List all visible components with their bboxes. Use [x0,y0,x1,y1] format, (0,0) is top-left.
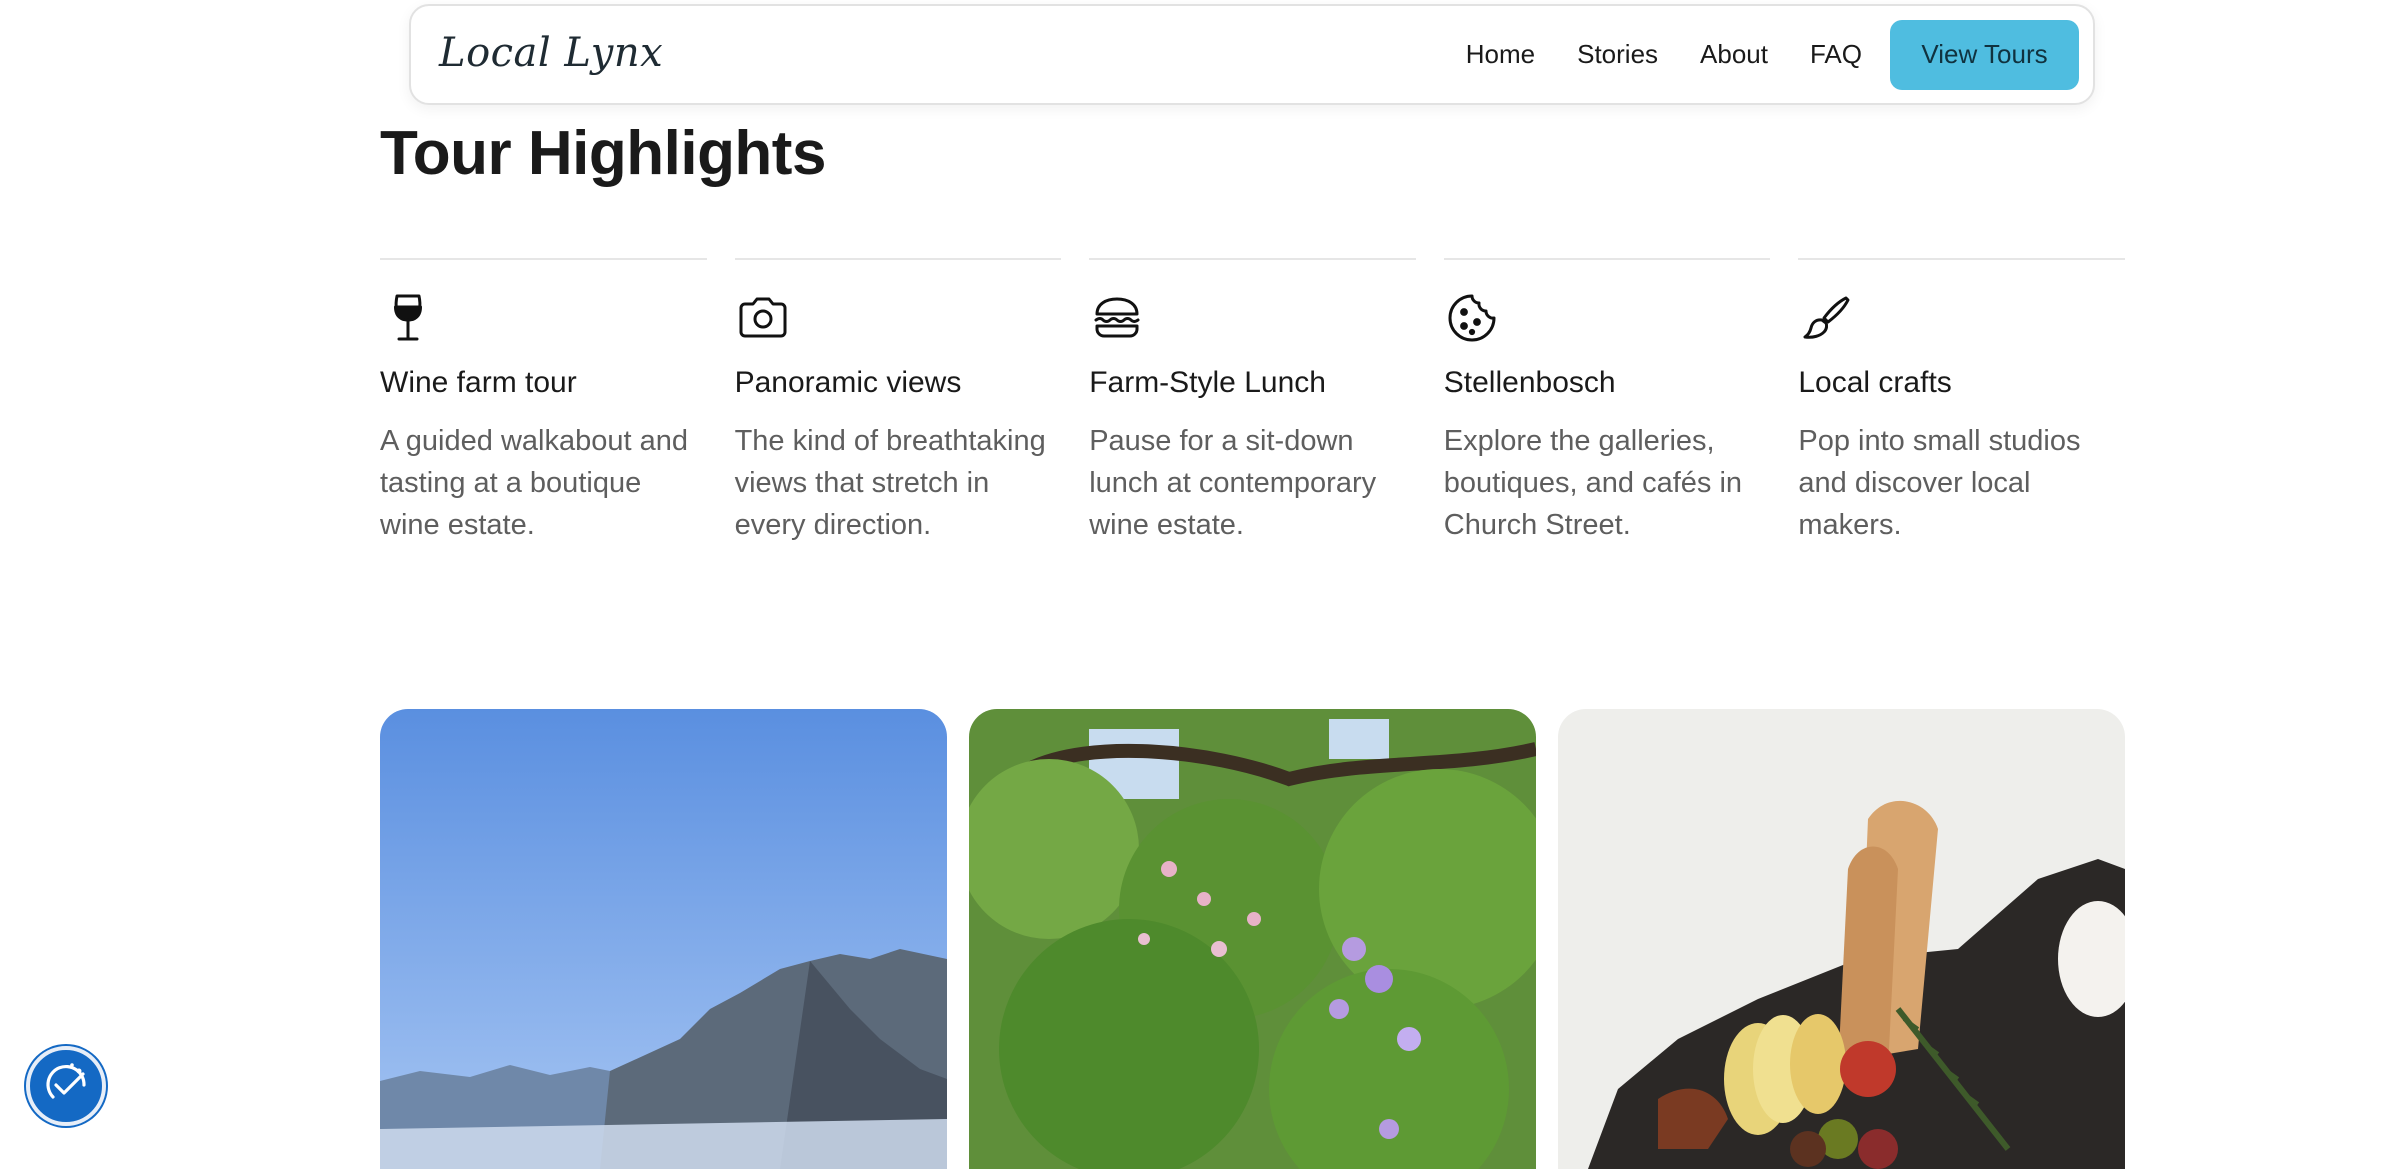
highlight-description: Pop into small studios and discover loca… [1798,425,2081,541]
accessibility-icon [39,1057,93,1116]
nav-link-home[interactable]: Home [1466,39,1535,70]
highlight-description: Explore the galleries, boutiques, and ca… [1443,425,1743,541]
highlight-title: Local crafts [1798,366,1952,399]
highlight-title: Wine farm tour [380,366,577,399]
site-header: Local Lynx Home Stories About FAQ View T… [409,4,2095,105]
highlight-item: Wine farm tour A guided walkabout and ta… [380,258,707,546]
brand-logo[interactable]: Local Lynx [439,30,663,76]
nav-links: Home Stories About FAQ View Tours [1466,6,2093,103]
nav-link-faq[interactable]: FAQ [1810,39,1862,70]
highlight-item: Stellenbosch Explore the galleries, bout… [1443,258,1771,546]
highlight-title: Stellenbosch [1443,366,1616,399]
burger-icon [1089,290,1145,346]
highlight-title: Panoramic views [734,366,962,399]
highlight-item: Local crafts Pop into small studios and … [1798,258,2125,546]
photo-gallery [380,709,2125,1169]
highlight-title: Farm-Style Lunch [1089,366,1326,399]
highlight-description: A guided walkabout and tasting at a bout… [380,425,688,541]
highlight-description: Pause for a sit-down lunch at contempora… [1089,425,1377,541]
highlight-item: Panoramic views The kind of breathtaking… [734,258,1062,546]
wine-glass-icon [380,290,436,346]
camera-icon [735,290,791,346]
section-title: Tour Highlights [380,119,826,188]
nav-link-stories[interactable]: Stories [1577,39,1658,70]
highlight-item: Farm-Style Lunch Pause for a sit-down lu… [1089,258,1416,546]
cookie-icon [1444,290,1500,346]
highlights-list: Wine farm tour A guided walkabout and ta… [380,258,2125,546]
garden-flowers-photo [969,709,1536,1169]
food-platter-photo [1558,709,2125,1169]
view-tours-button[interactable]: View Tours [1890,19,2079,90]
mountain-landscape-photo [380,709,947,1169]
highlight-description: The kind of breathtaking views that stre… [734,425,1046,541]
paintbrush-icon [1798,290,1854,346]
nav-link-about[interactable]: About [1700,39,1768,70]
accessibility-button[interactable] [26,1046,106,1126]
